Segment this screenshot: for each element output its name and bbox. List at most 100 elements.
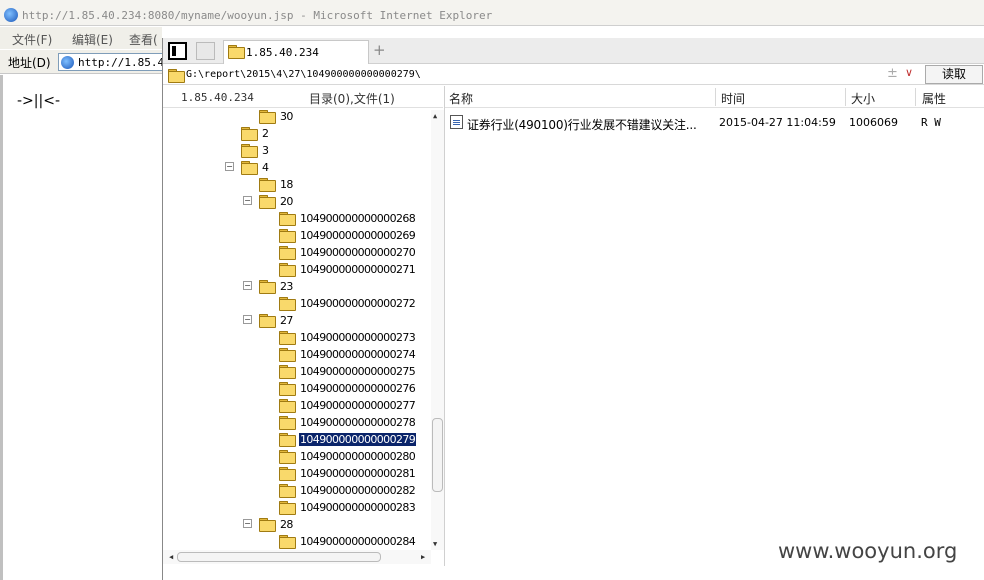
pane-splitter[interactable] [444, 86, 445, 566]
folder-icon [279, 331, 296, 345]
folder-icon [168, 69, 185, 83]
tab-bar: 1.85.40.234 + [163, 38, 984, 64]
menu-file[interactable]: 文件(F) [12, 31, 52, 48]
collapse-icon[interactable]: − [243, 196, 252, 205]
tree-item-label: 104900000000000270 [300, 246, 416, 259]
tree-item[interactable]: 104900000000000279 [163, 431, 431, 448]
tree-item-label: 104900000000000283 [300, 501, 416, 514]
browser-content: ->||<- [0, 75, 162, 580]
folder-icon [279, 365, 296, 379]
tree-item-label: 28 [280, 518, 293, 531]
scroll-thumb[interactable] [432, 418, 443, 492]
tree-item[interactable]: 104900000000000277 [163, 397, 431, 414]
tree-item-label: 104900000000000275 [300, 365, 416, 378]
panel-toggle-button[interactable] [168, 42, 187, 60]
menu-edit[interactable]: 编辑(E) [72, 31, 113, 48]
tree-item[interactable]: 104900000000000284 [163, 533, 431, 550]
tree-item[interactable]: 3 [163, 142, 431, 159]
folder-icon [259, 518, 276, 532]
column-attr[interactable]: 属性 [922, 90, 946, 107]
tree-item[interactable]: 104900000000000268 [163, 210, 431, 227]
tree-item[interactable]: − 28 [163, 516, 431, 533]
tree-item-label: 27 [280, 314, 293, 327]
menu-view[interactable]: 查看( [129, 31, 158, 48]
column-time[interactable]: 时间 [721, 90, 745, 107]
tree-item-label: 104900000000000279 [297, 432, 418, 447]
file-attr: R W [921, 116, 941, 129]
add-tab-button[interactable]: + [373, 41, 386, 59]
tree-item-label: 104900000000000271 [300, 263, 416, 276]
tree-counts: 目录(0),文件(1) [309, 92, 395, 106]
tree-item[interactable]: 104900000000000270 [163, 244, 431, 261]
folder-icon [279, 297, 296, 311]
page-icon [61, 56, 74, 69]
scroll-up-icon[interactable]: ▲ [433, 112, 437, 120]
tree-vertical-scrollbar[interactable]: ▲ ▼ [431, 110, 444, 550]
scroll-left-icon[interactable]: ◀ [169, 553, 173, 561]
tree-horizontal-scrollbar[interactable]: ◀ ▶ [163, 550, 431, 564]
column-divider[interactable] [845, 88, 846, 106]
tree-item-label: 104900000000000284 [300, 535, 416, 548]
collapse-icon[interactable]: − [243, 281, 252, 290]
directory-tree: 30 2 3−4 18−20 104900000000000268 10490000000… [163, 108, 431, 552]
table-row[interactable]: 证券行业(490100)行业发展不错建议关注... 2015-04-27 11:… [445, 114, 984, 132]
tree-item[interactable]: 104900000000000275 [163, 363, 431, 380]
tree-item[interactable]: 104900000000000274 [163, 346, 431, 363]
folder-icon [279, 416, 296, 430]
tab-host[interactable]: 1.85.40.234 [223, 40, 369, 64]
read-button[interactable]: 读取 [925, 65, 983, 84]
tree-item[interactable]: − 27 [163, 312, 431, 329]
tree-item[interactable]: 104900000000000283 [163, 499, 431, 516]
scroll-thumb[interactable] [177, 552, 381, 562]
folder-icon [279, 246, 296, 260]
collapse-icon[interactable]: − [225, 162, 234, 171]
path-bar: G:\report\2015\4\27\104900000000000279\ … [163, 65, 984, 85]
tree-item[interactable]: 104900000000000273 [163, 329, 431, 346]
tree-item[interactable]: 104900000000000280 [163, 448, 431, 465]
tree-item-label: 104900000000000269 [300, 229, 416, 242]
file-list-header: 名称 时间 大小 属性 [445, 86, 984, 108]
column-size[interactable]: 大小 [851, 90, 875, 107]
tree-item[interactable]: 104900000000000281 [163, 465, 431, 482]
watermark: www.wooyun.org [778, 539, 958, 563]
document-icon [450, 115, 463, 129]
collapse-icon[interactable]: − [243, 519, 252, 528]
tree-item[interactable]: − 20 [163, 193, 431, 210]
tree-item[interactable]: 104900000000000272 [163, 295, 431, 312]
tree-item[interactable]: 104900000000000269 [163, 227, 431, 244]
path-input[interactable]: G:\report\2015\4\27\104900000000000279\ [186, 69, 421, 80]
tree-item-label: 104900000000000280 [300, 450, 416, 463]
folder-icon [279, 450, 296, 464]
scroll-right-icon[interactable]: ▶ [421, 553, 425, 561]
path-expand-icon[interactable]: ± [887, 66, 898, 81]
tree-item[interactable]: 2 [163, 125, 431, 142]
column-name[interactable]: 名称 [449, 90, 473, 107]
tree-item[interactable]: 104900000000000278 [163, 414, 431, 431]
tree-item-label: 104900000000000268 [300, 212, 416, 225]
scroll-down-icon[interactable]: ▼ [433, 540, 437, 548]
tree-item[interactable]: − 23 [163, 278, 431, 295]
browser-title: http://1.85.40.234:8080/myname/wooyun.js… [22, 9, 493, 22]
address-input[interactable]: http://1.85.40 [58, 53, 162, 71]
column-divider[interactable] [915, 88, 916, 106]
address-value: http://1.85.40 [78, 56, 162, 69]
tree-item-label: 4 [262, 161, 269, 174]
tree-item[interactable]: 18 [163, 176, 431, 193]
panel-toggle-button-2[interactable] [196, 42, 215, 60]
folder-icon [279, 382, 296, 396]
file-name: 证券行业(490100)行业发展不错建议关注... [467, 118, 697, 132]
column-divider[interactable] [715, 88, 716, 106]
folder-icon [279, 501, 296, 515]
folder-icon [279, 348, 296, 362]
folder-icon [279, 535, 296, 549]
tree-item[interactable]: 30 [163, 108, 431, 125]
browser-addressbar: 地址(D) http://1.85.40 [0, 50, 162, 74]
tree-item-label: 104900000000000282 [300, 484, 416, 497]
tree-item[interactable]: −4 [163, 159, 431, 176]
tree-item[interactable]: 104900000000000271 [163, 261, 431, 278]
collapse-icon[interactable]: − [243, 315, 252, 324]
tree-item[interactable]: 104900000000000282 [163, 482, 431, 499]
path-dropdown-icon[interactable]: ∨ [905, 66, 913, 79]
tree-item[interactable]: 104900000000000276 [163, 380, 431, 397]
folder-icon [241, 127, 258, 141]
